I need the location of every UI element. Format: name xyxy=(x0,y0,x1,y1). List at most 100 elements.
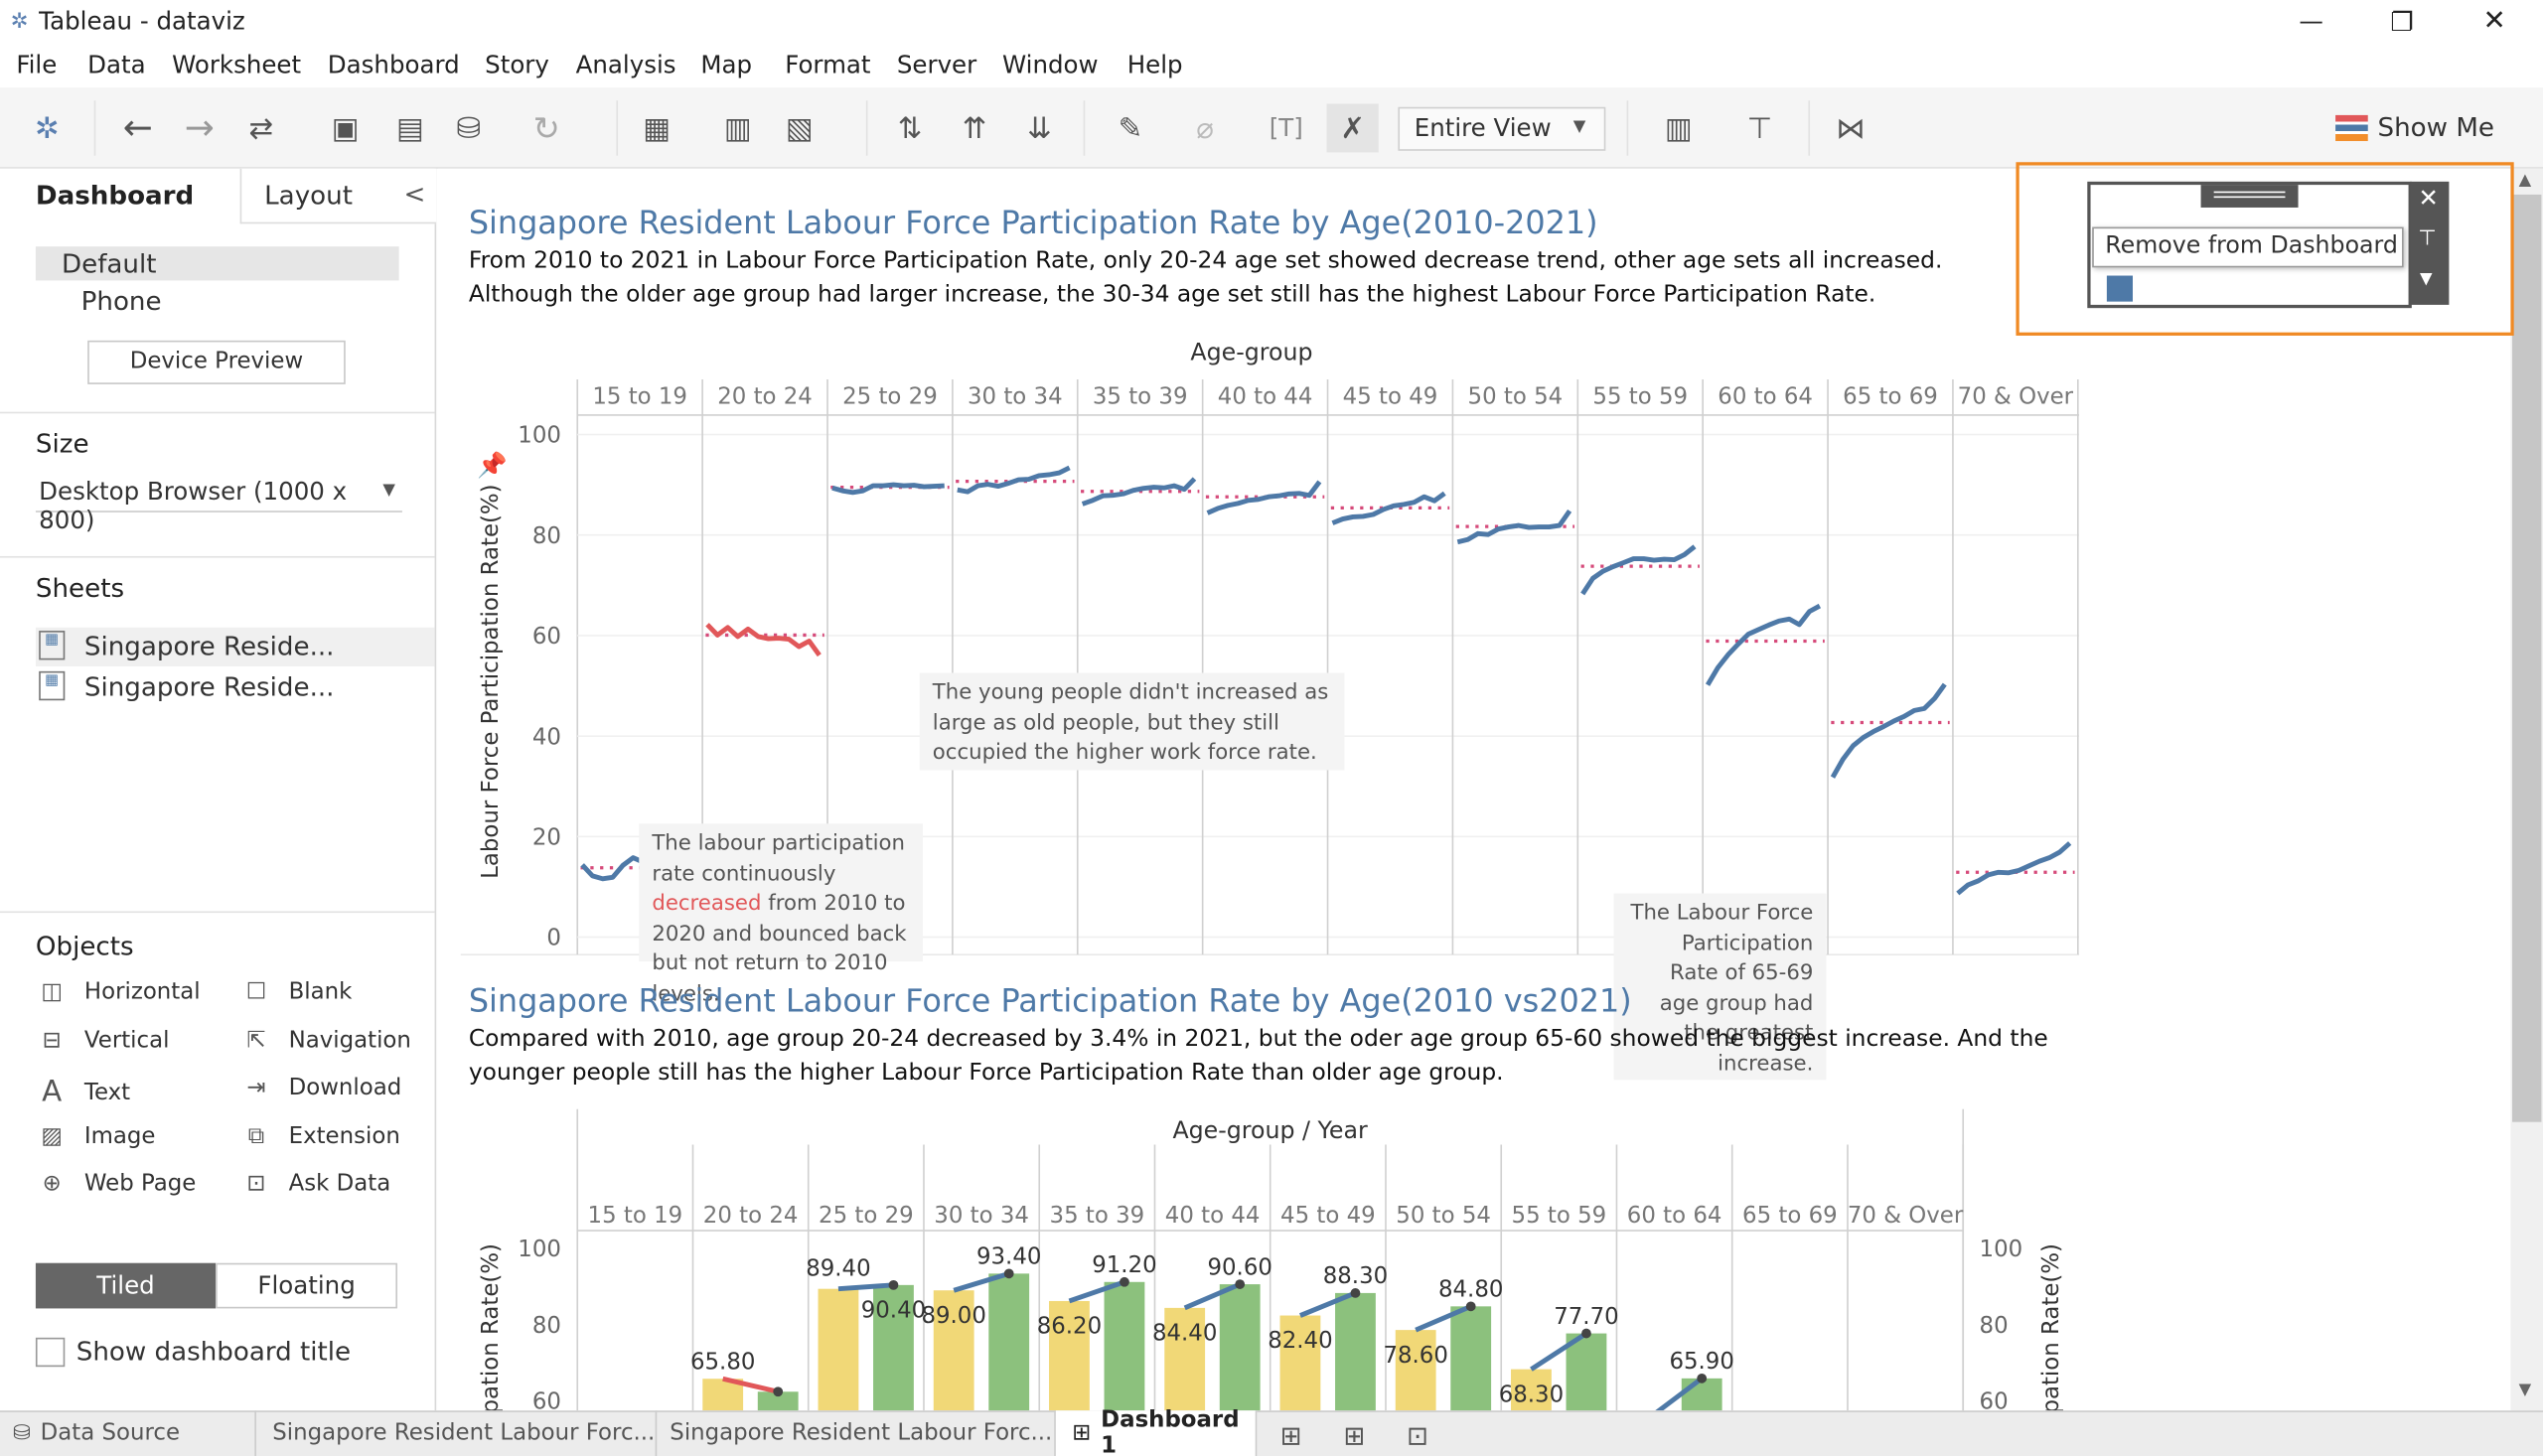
series-line xyxy=(1830,682,1947,779)
new-datasource-icon[interactable]: ▤ xyxy=(389,107,431,149)
data-label: 84.80 xyxy=(1438,1277,1503,1303)
object-text[interactable]: A Text xyxy=(36,1075,130,1108)
object-extension[interactable]: ⧉ Extension xyxy=(240,1123,400,1149)
object-label: Text xyxy=(83,1079,131,1105)
swap-icon[interactable]: ⇅ xyxy=(889,107,931,149)
remove-zone-icon[interactable]: ✕ xyxy=(2418,183,2439,212)
tiled-label: Tiled xyxy=(96,1270,155,1301)
vertical-scrollbar[interactable]: ▲ ▼ xyxy=(2510,168,2543,1411)
menu-format[interactable]: Format xyxy=(785,51,870,79)
y-tick-label: 60 xyxy=(532,1389,561,1411)
remove-from-dashboard-tooltip[interactable]: Remove from Dashboard xyxy=(2092,226,2404,268)
more-options-icon[interactable]: ▼ xyxy=(2420,271,2433,289)
new-story-tab-icon[interactable]: ⊡ xyxy=(1398,1415,1436,1454)
clear-sheet-icon[interactable]: ▧ xyxy=(779,107,821,149)
show-me-button[interactable]: Show Me xyxy=(2332,110,2511,149)
y-tick-label: 0 xyxy=(546,926,561,951)
column-header: 50 to 54 xyxy=(1396,1203,1491,1229)
object-navigation[interactable]: ⇱ Navigation xyxy=(240,1028,411,1054)
sort-descending-icon[interactable]: ⇊ xyxy=(1018,107,1060,149)
menu-help[interactable]: Help xyxy=(1127,51,1183,79)
tab-sheet1[interactable]: Singapore Resident Labour Forc... xyxy=(256,1410,658,1456)
tiled-button[interactable]: Tiled xyxy=(35,1262,217,1309)
new-dashboard-tab-icon[interactable]: ⊞ xyxy=(1335,1415,1374,1454)
share-icon[interactable]: ⋈ xyxy=(1830,107,1871,149)
restore-button[interactable]: ❐ xyxy=(2378,3,2427,39)
vertical-icon: ⊟ xyxy=(42,1028,62,1055)
tab-sheet2-label: Singapore Resident Labour Forc... xyxy=(670,1420,1053,1447)
annotation-labour-pre: The labour participation rate continuous… xyxy=(652,831,905,887)
minimize-button[interactable]: — xyxy=(2287,3,2335,39)
extract-icon[interactable]: ⛁ xyxy=(448,107,490,149)
size-dropdown[interactable]: Desktop Browser (1000 x 800) ▼ xyxy=(35,477,402,535)
menu-server[interactable]: Server xyxy=(897,51,976,79)
tab-layout[interactable]: Layout < xyxy=(239,168,437,224)
pin-zone-icon[interactable]: ⊤ xyxy=(2418,227,2436,251)
menu-file[interactable]: File xyxy=(16,51,57,79)
floating-button[interactable]: Floating xyxy=(216,1262,398,1309)
fit-dropdown[interactable]: Entire View ▼ xyxy=(1398,106,1606,151)
show-cards-icon[interactable]: ▥ xyxy=(1658,107,1700,149)
sort-ascending-icon[interactable]: ⇈ xyxy=(954,107,995,149)
close-window-button[interactable]: ✕ xyxy=(2470,3,2519,39)
size-caret-icon: ▼ xyxy=(382,481,395,500)
menu-dashboard[interactable]: Dashboard xyxy=(328,51,460,79)
sheet-item[interactable]: ▦ Singapore Reside... xyxy=(35,627,435,666)
device-phone[interactable]: Phone xyxy=(81,285,162,316)
new-worksheet-icon[interactable]: ▦ xyxy=(636,107,677,149)
extension-icon: ⧉ xyxy=(247,1123,265,1150)
object-blank[interactable]: ☐ Blank xyxy=(240,979,353,1005)
object-ask-data[interactable]: ⊡ Ask Data xyxy=(240,1171,390,1197)
floating-label: Floating xyxy=(257,1270,356,1301)
object-download[interactable]: ⇥ Download xyxy=(240,1075,401,1100)
collapse-sidebar-icon[interactable]: < xyxy=(404,179,426,210)
object-horizontal[interactable]: ◫ Horizontal xyxy=(36,979,200,1005)
object-web-page[interactable]: ⊕ Web Page xyxy=(36,1171,197,1197)
scrollbar-thumb[interactable] xyxy=(2512,194,2542,1122)
replay-icon[interactable]: ⇄ xyxy=(236,107,285,149)
data-label: 78.60 xyxy=(1383,1343,1447,1369)
tab-dashboard[interactable]: Dashboard xyxy=(0,169,240,224)
duplicate-sheet-icon[interactable]: ▥ xyxy=(717,107,759,149)
sheet-item[interactable]: ▦ Singapore Reside... xyxy=(36,668,435,707)
device-preview-button[interactable]: Device Preview xyxy=(87,340,346,384)
presentation-mode-icon[interactable]: ⊤ xyxy=(1738,107,1780,149)
save-icon[interactable]: ▣ xyxy=(325,107,367,149)
labels-icon[interactable]: [T] xyxy=(1266,107,1307,149)
scroll-down-icon[interactable]: ▼ xyxy=(2519,1382,2532,1399)
y-tick-label: 20 xyxy=(532,825,561,851)
tab-sheet2[interactable]: Singapore Resident Labour Forc... xyxy=(657,1410,1056,1456)
object-label: Blank xyxy=(288,979,353,1006)
fix-axes-icon[interactable]: ✗ xyxy=(1326,103,1379,153)
menu-analysis[interactable]: Analysis xyxy=(576,51,676,79)
refresh-icon[interactable]: ↻ xyxy=(525,107,567,149)
tab-dashboard1[interactable]: ⊞ Dashboard 1 xyxy=(1055,1407,1258,1456)
device-default[interactable]: Default xyxy=(35,246,399,281)
menu-window[interactable]: Window xyxy=(1002,51,1099,79)
show-title-checkbox[interactable] xyxy=(35,1337,66,1368)
object-image[interactable]: ▨ Image xyxy=(36,1123,155,1149)
group-icon[interactable]: ⌀ xyxy=(1184,107,1226,149)
sheet2-title: Singapore Resident Labour Force Particip… xyxy=(468,982,1632,1020)
column-header: 35 to 39 xyxy=(1050,1203,1145,1229)
undo-icon[interactable]: ← xyxy=(117,107,159,149)
new-worksheet-tab-icon[interactable]: ⊞ xyxy=(1272,1415,1310,1454)
column-header: 70 & Over xyxy=(1848,1203,1964,1229)
highlight-icon[interactable]: ✎ xyxy=(1110,107,1151,149)
menu-worksheet[interactable]: Worksheet xyxy=(172,51,301,79)
redo-icon[interactable]: → xyxy=(179,107,221,149)
tableau-home-icon[interactable]: ✲ xyxy=(29,110,65,146)
data-label: 89.40 xyxy=(806,1256,870,1282)
series-line xyxy=(957,465,1071,495)
move-handle-icon[interactable] xyxy=(2200,185,2299,208)
menu-story[interactable]: Story xyxy=(485,51,549,79)
menu-map[interactable]: Map xyxy=(700,51,752,79)
object-vertical[interactable]: ⊟ Vertical xyxy=(36,1028,170,1054)
menu-data[interactable]: Data xyxy=(87,51,145,79)
column-header: 20 to 24 xyxy=(703,1203,799,1229)
data-label: 86.20 xyxy=(1037,1314,1102,1340)
tab-data-source[interactable]: ⛁ Data Source xyxy=(0,1410,256,1456)
scroll-up-icon[interactable]: ▲ xyxy=(2519,172,2532,190)
mini-legend-swatch xyxy=(2106,275,2134,302)
series-line xyxy=(705,623,822,657)
